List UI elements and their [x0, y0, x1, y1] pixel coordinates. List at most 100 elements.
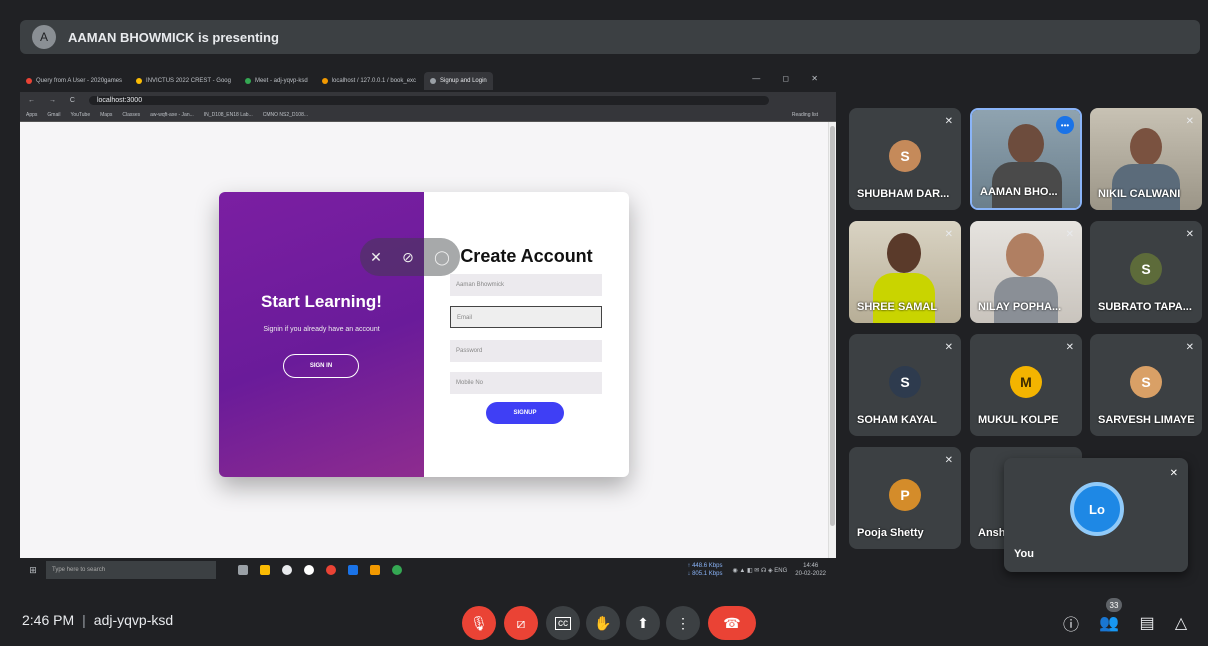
chrome-alt-icon[interactable]: [392, 565, 402, 575]
participant-tile[interactable]: ✕ NIKIL CALWANI: [1090, 108, 1202, 210]
email-field[interactable]: Email: [450, 306, 602, 328]
system-tray[interactable]: ◉ ▲ ◧ ✉ ☊ ◈ ENG: [732, 567, 787, 574]
remove-icon[interactable]: ◯: [434, 249, 450, 266]
file-explorer-icon[interactable]: [260, 565, 270, 575]
participant-tile[interactable]: ✕ M MUKUL KOLPE: [970, 334, 1082, 436]
info-icon: ⓘ: [1062, 617, 1079, 634]
participant-tile[interactable]: ✕ P Pooja Shetty: [849, 447, 961, 549]
present-icon: ⬆: [637, 614, 649, 631]
bookmarks-bar: Apps Gmail YouTube Maps Classes aw-wqft-…: [20, 108, 836, 122]
participant-tile[interactable]: ✕ SHREE SAMAL: [849, 221, 961, 323]
taskbar-search[interactable]: Type here to search: [46, 561, 216, 579]
mic-off-icon: ✕: [1169, 468, 1178, 479]
mic-off-icon: ✕: [1185, 229, 1194, 240]
browser-tab-active[interactable]: Signup and Login: [424, 72, 493, 90]
mic-off-icon[interactable]: ✕: [370, 249, 382, 266]
avatar: M: [1010, 366, 1042, 398]
chat-button[interactable]: ▤: [1134, 610, 1160, 636]
participant-tile[interactable]: ••• AAMAN BHO...: [970, 108, 1082, 210]
bookmark[interactable]: Gmail: [47, 112, 60, 118]
mic-off-icon: ✕: [944, 229, 953, 240]
avatar: S: [889, 366, 921, 398]
browser-tab[interactable]: INVICTUS 2022 CREST - Goog: [130, 72, 237, 90]
people-button[interactable]: 👥: [1096, 610, 1122, 636]
mic-off-icon: ✕: [1065, 342, 1074, 353]
mic-off-icon: ✕: [1065, 229, 1074, 240]
present-button[interactable]: ⬆: [626, 606, 660, 640]
meeting-details: 2:46 PM | adj-yqvp-ksd: [22, 612, 174, 628]
taskbar-clock[interactable]: 14:46 20-02-2022: [795, 562, 826, 578]
mic-off-icon: ✕: [944, 342, 953, 353]
captions-icon: cc: [555, 616, 571, 630]
camera-toggle-button[interactable]: ⧄: [504, 606, 538, 640]
bookmark[interactable]: YouTube: [70, 112, 90, 118]
signin-button[interactable]: SIGN IN: [283, 354, 359, 378]
tile-hover-controls: ✕ ⊘ ◯: [360, 238, 460, 276]
participant-name: Pooja Shetty: [857, 527, 924, 539]
participant-tile[interactable]: ✕ S SARVESH LIMAYE: [1090, 334, 1202, 436]
call-end-icon: ☎: [723, 614, 741, 631]
pin-icon[interactable]: ⊘: [402, 249, 414, 266]
captions-button[interactable]: cc: [546, 606, 580, 640]
participant-name: SHREE SAMAL: [857, 301, 938, 313]
windows-start-icon[interactable]: ⊞: [26, 565, 40, 576]
leave-call-button[interactable]: ☎: [708, 606, 756, 640]
settings-icon[interactable]: [282, 565, 292, 575]
mic-off-icon: ✕: [944, 116, 953, 127]
signup-button[interactable]: SIGNUP: [486, 402, 564, 424]
browser-tab[interactable]: Query from A User - 2020games: [20, 72, 128, 90]
meeting-info-button[interactable]: ⓘ: [1058, 610, 1084, 636]
camera-off-icon: ⧄: [516, 614, 526, 631]
page-scrollbar[interactable]: [828, 122, 836, 558]
participant-tile[interactable]: ✕ NILAY POPHA...: [970, 221, 1082, 323]
bookmark[interactable]: aw-wqft-axe - Jan...: [150, 112, 194, 118]
participant-tile[interactable]: ✕ S SHUBHAM DAR...: [849, 108, 961, 210]
mobile-field[interactable]: Mobile No: [450, 372, 602, 394]
window-controls[interactable]: — ◻ ✕: [752, 74, 828, 83]
presenter-text: AAMAN BHOWMICK is presenting: [68, 29, 279, 45]
self-view-tile[interactable]: ✕ Lo You: [1004, 458, 1188, 572]
participant-name: MUKUL KOLPE: [978, 414, 1059, 426]
chat-icon: ▤: [1139, 615, 1155, 632]
shared-screen: Query from A User - 2020games INVICTUS 2…: [20, 70, 836, 582]
chrome-icon[interactable]: [326, 565, 336, 575]
mic-off-icon: 🎙: [470, 614, 488, 631]
raise-hand-button[interactable]: ✋: [586, 606, 620, 640]
meeting-time: 2:46 PM: [22, 612, 75, 628]
mic-off-icon: ✕: [1185, 116, 1194, 127]
participant-tile[interactable]: ✕ S SUBRATO TAPA...: [1090, 221, 1202, 323]
participant-name: Ansh: [978, 527, 1006, 539]
bookmark[interactable]: Classes: [122, 112, 140, 118]
mic-toggle-button[interactable]: 🎙: [462, 606, 496, 640]
signup-panel: Create Account Aaman Bhowmick Email Pass…: [424, 192, 629, 477]
windows-taskbar: ⊞ Type here to search ↑ 448.6 Kbps ↓ 805.…: [20, 558, 836, 582]
reading-list[interactable]: Reading list: [792, 112, 818, 118]
presenter-banner: A AAMAN BHOWMICK is presenting: [20, 20, 1200, 54]
bookmark[interactable]: CMNO NS2_D108...: [263, 112, 308, 118]
browser-nav-buttons[interactable]: ← → C: [28, 97, 81, 104]
participant-name: NIKIL CALWANI: [1098, 188, 1181, 200]
bookmark[interactable]: IN_D108_EN18 Lab...: [204, 112, 253, 118]
participant-name: SUBRATO TAPA...: [1098, 301, 1192, 313]
more-icon[interactable]: •••: [1056, 116, 1074, 134]
raise-hand-icon: ✋: [594, 614, 612, 631]
mic-off-icon: ✕: [944, 455, 953, 466]
bookmark[interactable]: Maps: [100, 112, 112, 118]
people-count-badge: 33: [1106, 598, 1122, 612]
meeting-code[interactable]: adj-yqvp-ksd: [94, 612, 173, 628]
browser-tab[interactable]: Meet - adj-yqvp-ksd: [239, 72, 314, 90]
url-field[interactable]: localhost:3000: [88, 95, 769, 105]
more-options-button[interactable]: ⋮: [666, 606, 700, 640]
obs-icon[interactable]: [304, 565, 314, 575]
signin-text: Signin if you already have an account: [263, 326, 380, 333]
activities-button[interactable]: △: [1168, 610, 1194, 636]
participant-tile[interactable]: ✕ S SOHAM KAYAL: [849, 334, 961, 436]
name-field[interactable]: Aaman Bhowmick: [450, 274, 602, 296]
app-icon[interactable]: [370, 565, 380, 575]
task-view-icon[interactable]: [238, 565, 248, 575]
vscode-icon[interactable]: [348, 565, 358, 575]
browser-tab[interactable]: localhost / 127.0.0.1 / book_exc: [316, 72, 422, 90]
bookmark[interactable]: Apps: [26, 112, 37, 118]
password-field[interactable]: Password: [450, 340, 602, 362]
webpage: Start Learning! Signin if you already ha…: [20, 122, 836, 558]
